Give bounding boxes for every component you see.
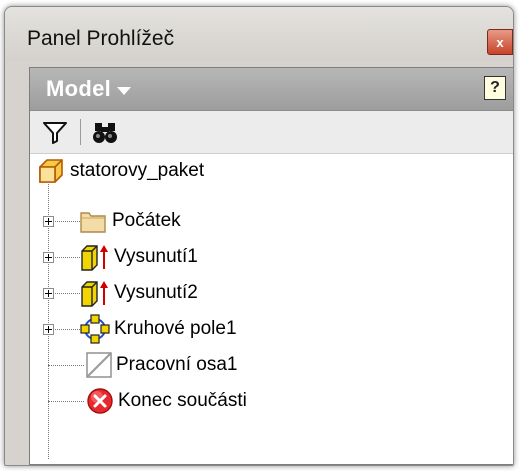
tree-item-label: Počátek [112, 210, 181, 231]
expand-toggle[interactable] [43, 216, 54, 227]
help-button[interactable]: ? [484, 76, 506, 100]
browser-panel-window: Panel Prohlížeč x Model ? statorovy_pake… [4, 6, 514, 466]
tree-item-end-of-part[interactable]: Konec součásti [30, 384, 330, 418]
close-icon: x [496, 34, 504, 50]
tree-item-label: Kruhové pole1 [114, 318, 237, 339]
title-bar[interactable]: Panel Prohlížeč x [5, 7, 513, 61]
browser-panel: Model ? statorovy_paket Počátek Vysunutí… [29, 67, 513, 465]
model-dropdown[interactable]: Model [46, 75, 132, 103]
extrusion-icon [81, 281, 108, 307]
expand-toggle[interactable] [43, 252, 54, 263]
tree-item-label: statorovy_paket [70, 160, 205, 181]
tree-item-label: Vysunutí2 [114, 282, 198, 303]
binoculars-icon [93, 123, 117, 143]
model-dropdown-label: Model [46, 76, 112, 101]
panel-header: Model ? [30, 68, 513, 111]
toolbar-separator [80, 119, 81, 145]
extrusion-icon [81, 245, 108, 271]
expand-toggle[interactable] [43, 288, 54, 299]
work-axis-icon [86, 352, 112, 378]
tree-root-item[interactable]: statorovy_paket [30, 154, 330, 188]
filter-icon [43, 122, 67, 144]
filter-button[interactable] [42, 119, 68, 145]
panel-toolbar [30, 111, 513, 154]
circular-pattern-icon [80, 314, 110, 344]
chevron-down-icon [117, 86, 132, 95]
window-title: Panel Prohlížeč [27, 27, 175, 50]
expand-toggle[interactable] [43, 324, 54, 335]
tree-item-origin[interactable]: Počátek [30, 204, 330, 238]
tree-item-label: Konec součásti [118, 390, 247, 411]
tree-item-extrusion2[interactable]: Vysunutí2 [30, 276, 330, 310]
tree-item-circular-pattern1[interactable]: Kruhové pole1 [30, 312, 330, 346]
close-button[interactable]: x [487, 29, 513, 55]
tree-item-label: Pracovní osa1 [116, 354, 238, 375]
help-icon: ? [490, 79, 500, 96]
part-cube-icon [39, 159, 63, 183]
tree-item-label: Vysunutí1 [114, 246, 198, 267]
end-of-part-icon [87, 388, 113, 414]
tree-item-work-axis1[interactable]: Pracovní osa1 [30, 348, 330, 382]
tree-item-extrusion1[interactable]: Vysunutí1 [30, 240, 330, 274]
model-tree: statorovy_paket Počátek Vysunutí1 Vysunu… [30, 154, 513, 464]
folder-icon [80, 212, 106, 233]
find-button[interactable] [92, 119, 118, 145]
